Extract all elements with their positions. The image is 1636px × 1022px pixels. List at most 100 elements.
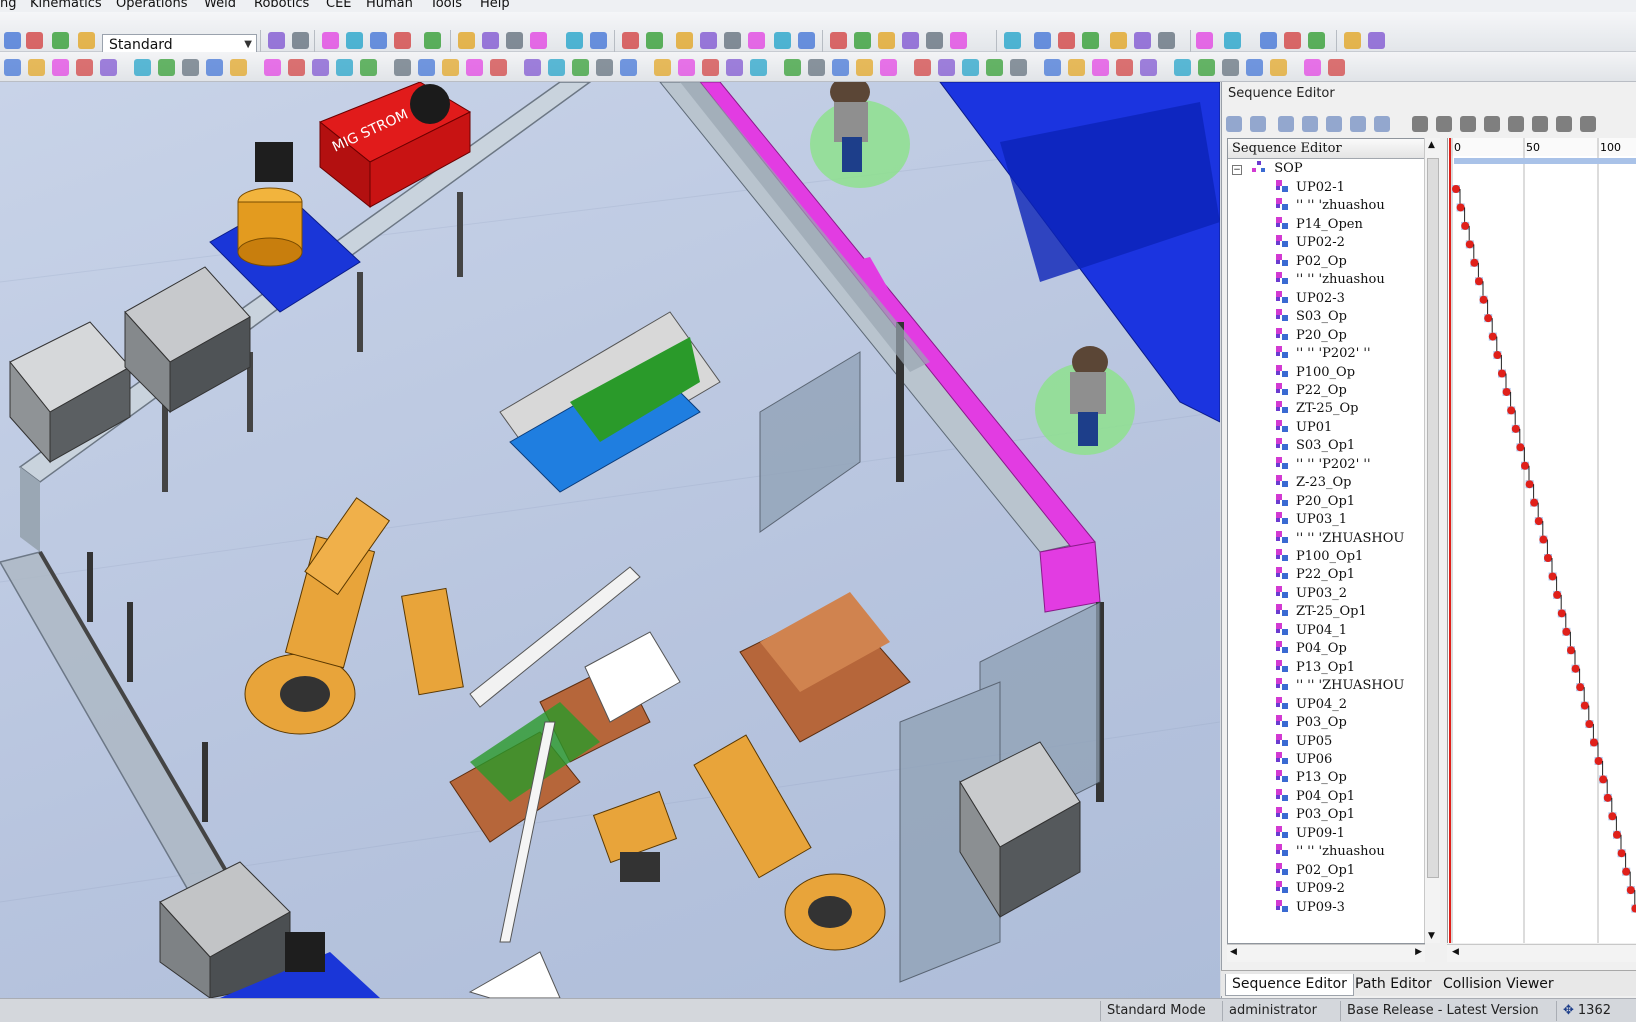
- param-icon[interactable]: [1092, 59, 1109, 76]
- sensor-icon[interactable]: [856, 59, 873, 76]
- layout-icon[interactable]: [394, 59, 411, 76]
- pick-icon[interactable]: [774, 32, 791, 49]
- pointer-icon[interactable]: [4, 32, 21, 49]
- tree-operation-row[interactable]: ZT-25_Op: [1276, 401, 1358, 420]
- robot-icon[interactable]: [1082, 32, 1099, 49]
- light-icon[interactable]: [418, 59, 435, 76]
- tree-operation-row[interactable]: P03_Op: [1276, 715, 1347, 734]
- axis-icon[interactable]: [1134, 32, 1151, 49]
- bulb-icon[interactable]: [442, 59, 459, 76]
- weld-point-icon[interactable]: [312, 59, 329, 76]
- path-icon[interactable]: [1034, 32, 1051, 49]
- play-back-icon[interactable]: [1460, 116, 1476, 132]
- tree-operation-row[interactable]: '' '' 'P202' '': [1276, 346, 1371, 365]
- redo-icon[interactable]: [292, 32, 309, 49]
- tree-operation-row[interactable]: S03_Op1: [1276, 438, 1355, 457]
- link-icon[interactable]: [1224, 32, 1241, 49]
- step-back-icon[interactable]: [1436, 116, 1452, 132]
- menu-item-robotics[interactable]: Robotics: [254, 0, 309, 11]
- jump-end-icon[interactable]: [1580, 116, 1596, 132]
- view-iso-icon[interactable]: [902, 32, 919, 49]
- collision-icon[interactable]: [1284, 32, 1301, 49]
- joint-icon[interactable]: [1158, 32, 1175, 49]
- radiation-icon[interactable]: [52, 32, 69, 49]
- home-icon[interactable]: [206, 59, 223, 76]
- scroll-right-icon[interactable]: ▶: [1415, 947, 1422, 957]
- export-icon[interactable]: [1368, 32, 1385, 49]
- tree-operation-row[interactable]: P22_Op: [1276, 382, 1347, 402]
- lock-icon[interactable]: [986, 59, 1003, 76]
- kinematics-icon[interactable]: [158, 59, 175, 76]
- clamp-icon[interactable]: [572, 59, 589, 76]
- tree-operation-row[interactable]: UP04_2: [1276, 696, 1347, 716]
- tool-icon[interactable]: [1044, 59, 1061, 76]
- copy-icon[interactable]: [346, 32, 363, 49]
- snap-icon[interactable]: [726, 59, 743, 76]
- tree-operation-row[interactable]: ZT-25_Op1: [1276, 604, 1367, 623]
- 3d-viewport[interactable]: MIG STROM: [0, 82, 1220, 998]
- weld-icon[interactable]: [798, 32, 815, 49]
- gear-icon[interactable]: [1196, 32, 1213, 49]
- tree-operation-row[interactable]: UP02-2: [1276, 235, 1345, 254]
- step-frame-back-icon[interactable]: [1484, 116, 1500, 132]
- tree-operation-row[interactable]: UP09-2: [1276, 881, 1345, 900]
- table-icon[interactable]: [1344, 32, 1361, 49]
- scroll-left-icon[interactable]: ◀: [1452, 947, 1459, 957]
- tree-root-sop[interactable]: − SOP: [1232, 161, 1303, 180]
- view-left-icon[interactable]: [878, 32, 895, 49]
- tree-operation-row[interactable]: P02_Op: [1276, 253, 1347, 273]
- paste-special-icon[interactable]: [394, 32, 411, 49]
- wire-view-icon[interactable]: [700, 32, 717, 49]
- tree-operation-row[interactable]: UP03_2: [1276, 585, 1347, 605]
- tree-operation-row[interactable]: P02_Op1: [1276, 862, 1355, 882]
- delete-icon[interactable]: [424, 32, 441, 49]
- tree-hscrollbar[interactable]: ◀ ▶: [1227, 944, 1425, 962]
- tree-operation-row[interactable]: UP04_1: [1276, 622, 1347, 642]
- welding-icon[interactable]: [938, 59, 955, 76]
- view-front-icon[interactable]: [830, 32, 847, 49]
- scroll-up-icon[interactable]: ▲: [1428, 140, 1435, 150]
- gun-icon[interactable]: [784, 59, 801, 76]
- curve-icon[interactable]: [1270, 59, 1287, 76]
- menu-item-human[interactable]: Human: [366, 0, 413, 11]
- mirror-icon[interactable]: [702, 59, 719, 76]
- arrow-icon[interactable]: [678, 59, 695, 76]
- shaded-icon[interactable]: [724, 32, 741, 49]
- palette-icon[interactable]: [1246, 59, 1263, 76]
- tree-operation-row[interactable]: P13_Op: [1276, 770, 1347, 789]
- menu-item-tools[interactable]: Tools: [430, 0, 462, 11]
- scroll-thumb[interactable]: [1427, 158, 1439, 878]
- rotate-icon[interactable]: [530, 32, 547, 49]
- step-forward-icon[interactable]: [1556, 116, 1572, 132]
- tree-scrollbar[interactable]: ▲ ▼: [1424, 138, 1440, 943]
- pause-icon[interactable]: [1508, 116, 1524, 132]
- spline-icon[interactable]: [1328, 59, 1345, 76]
- tree-operation-row[interactable]: P22_Op1: [1276, 567, 1355, 586]
- gantt-icon[interactable]: [1174, 59, 1191, 76]
- edges-icon[interactable]: [748, 32, 765, 49]
- grid-icon[interactable]: [1374, 116, 1390, 132]
- gantt-chart[interactable]: 0 50 100: [1447, 138, 1636, 943]
- tree-operation-row[interactable]: P20_Op1: [1276, 493, 1355, 513]
- measure-icon[interactable]: [1260, 32, 1277, 49]
- tree-operation-row[interactable]: P03_Op1: [1276, 807, 1355, 826]
- tree-operation-row[interactable]: '' '' 'zhuashou: [1276, 198, 1385, 217]
- flow-icon[interactable]: [1116, 59, 1133, 76]
- table-icon[interactable]: [230, 59, 247, 76]
- tree-operation-row[interactable]: UP02-3: [1276, 290, 1345, 310]
- op-icon[interactable]: [288, 59, 305, 76]
- conveyor-icon[interactable]: [832, 59, 849, 76]
- tab-path-editor[interactable]: Path Editor: [1349, 974, 1438, 996]
- signal-icon[interactable]: [336, 59, 353, 76]
- view-back-icon[interactable]: [926, 32, 943, 49]
- tree-operation-row[interactable]: UP02-1: [1276, 180, 1345, 199]
- tree-operation-row[interactable]: '' '' 'ZHUASHOU: [1276, 530, 1404, 550]
- tree-operation-row[interactable]: '' '' 'zhuashou: [1276, 272, 1385, 291]
- tree-operation-row[interactable]: P100_Op1: [1276, 549, 1363, 568]
- frame-icon[interactable]: [4, 59, 21, 76]
- resource-icon[interactable]: [360, 59, 377, 76]
- menu-item-operations[interactable]: Operations: [116, 0, 187, 11]
- solid-view-icon[interactable]: [676, 32, 693, 49]
- link-icon[interactable]: [100, 59, 117, 76]
- chart-icon[interactable]: [1198, 59, 1215, 76]
